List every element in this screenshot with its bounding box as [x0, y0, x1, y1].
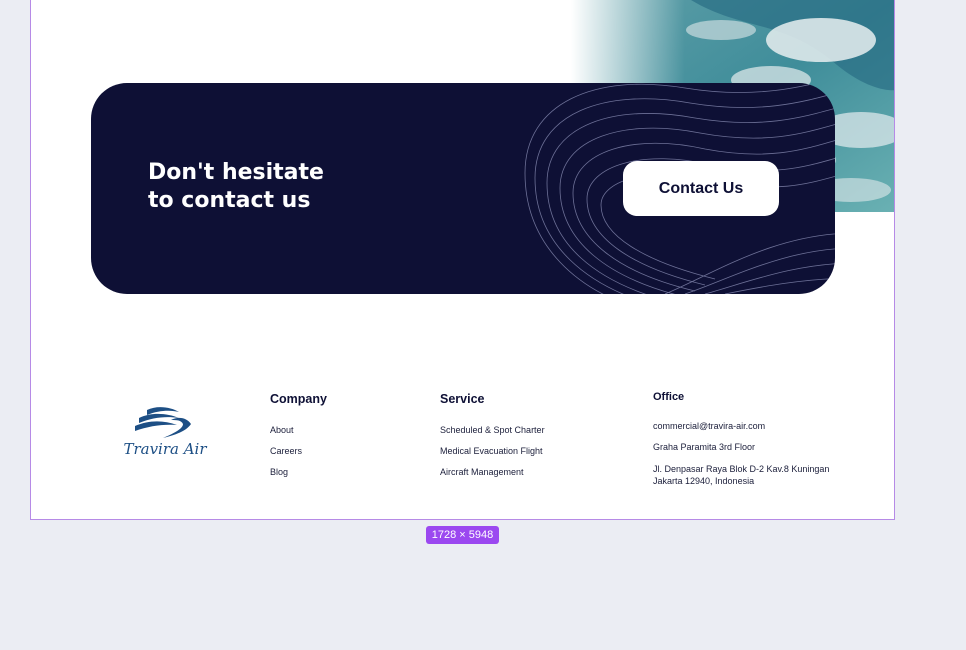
office-address-line-1: Jl. Denpasar Raya Blok D-2 Kav.8 Kuninga… — [653, 464, 830, 474]
page-frame: Don't hesitate to contact us Contact Us … — [30, 0, 895, 520]
footer-office-column: Office commercial@travira-air.com Graha … — [653, 391, 829, 487]
cta-heading-line-1: Don't hesitate — [148, 160, 324, 185]
wave-logo-icon — [135, 407, 191, 438]
footer-link-careers[interactable]: Careers — [270, 446, 327, 456]
contact-us-button[interactable]: Contact Us — [623, 161, 779, 216]
footer-link-aircraft-management[interactable]: Aircraft Management — [440, 467, 545, 477]
office-building: Graha Paramita 3rd Floor — [653, 442, 756, 452]
logo-wordmark: Travira Air — [123, 440, 207, 458]
footer-link-medevac[interactable]: Medical Evacuation Flight — [440, 446, 545, 456]
footer-link-blog[interactable]: Blog — [270, 467, 327, 477]
footer-company-title: Company — [270, 392, 327, 406]
frame-size-badge: 1728 × 5948 — [426, 526, 499, 544]
footer-service-column: Service Scheduled & Spot Charter Medical… — [440, 392, 545, 488]
footer-link-charter[interactable]: Scheduled & Spot Charter — [440, 425, 545, 435]
contact-cta-banner: Don't hesitate to contact us Contact Us — [91, 83, 835, 294]
office-email-link[interactable]: commercial@travira-air.com — [653, 421, 829, 431]
footer-office-title: Office — [653, 391, 685, 403]
footer-company-column: Company About Careers Blog — [270, 392, 327, 488]
travira-air-logo[interactable]: Travira Air — [119, 406, 209, 462]
cta-heading-line-2: to contact us — [148, 188, 311, 213]
footer-service-title: Service — [440, 392, 485, 406]
office-address-line-2: Jakarta 12940, Indonesia — [653, 476, 755, 486]
footer-link-about[interactable]: About — [270, 425, 327, 435]
cta-heading: Don't hesitate to contact us — [148, 159, 324, 215]
